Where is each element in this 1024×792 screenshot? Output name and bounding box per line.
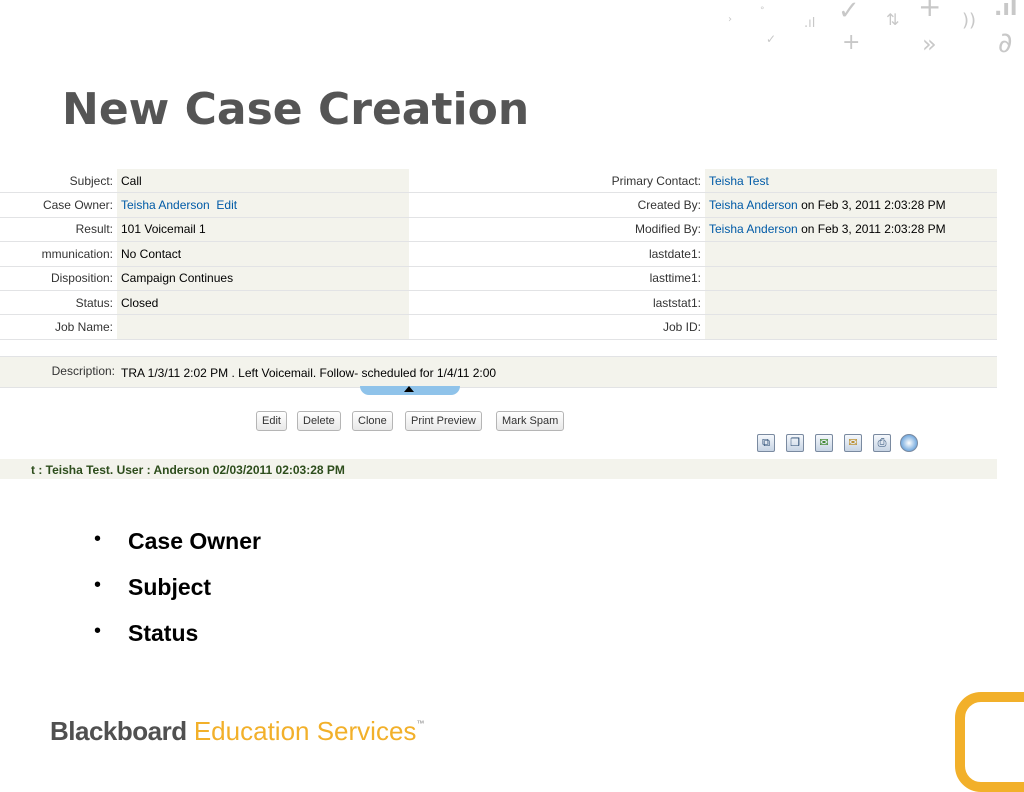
modified-by-link[interactable]: Teisha Anderson (709, 222, 798, 236)
signal-icon: .ıl (804, 16, 816, 31)
plus-icon: + (918, 0, 942, 23)
copy-icon[interactable]: ❐ (786, 434, 804, 452)
field-label-laststat1: laststat1: (409, 290, 705, 316)
dot-icon: ° (760, 6, 765, 16)
detail-row: Status: Closed laststat1: (0, 290, 997, 316)
detail-row: Disposition: Campaign Continues lasttime… (0, 266, 997, 291)
double-chevron-icon: » (922, 30, 937, 58)
dot-icon: › (728, 14, 732, 25)
description-row: Description: TRA 1/3/11 2:02 PM . Left V… (0, 356, 997, 388)
bullet-item: • Subject (94, 574, 261, 620)
blackboard-logo: Blackboard Education Services™ (50, 716, 424, 747)
field-value-disposition: Campaign Continues (117, 266, 409, 291)
bullet-dot: • (94, 528, 102, 550)
slide-title: New Case Creation (62, 84, 530, 135)
case-detail-table: Subject: Call Primary Contact: Teisha Te… (0, 169, 997, 340)
check-icon: ✓ (838, 0, 860, 26)
field-label-result: Result: (0, 217, 117, 243)
logo-trademark: ™ (416, 719, 425, 728)
printer-icon[interactable]: ⎙ (873, 434, 891, 452)
detail-row: Case Owner: Teisha Anderson Edit Created… (0, 192, 997, 218)
print-preview-button[interactable]: Print Preview (405, 411, 482, 431)
bullet-list: • Case Owner • Subject • Status (94, 528, 261, 666)
field-value-status: Closed (117, 290, 409, 316)
field-value-result: 101 Voicemail 1 (117, 217, 409, 243)
field-value-job-id (705, 314, 997, 340)
field-label-job-name: Job Name: (0, 314, 117, 340)
field-label-created-by: Created By: (409, 192, 705, 218)
sound-icon: )) (962, 10, 977, 31)
field-value-description: TRA 1/3/11 2:02 PM . Left Voicemail. Fol… (121, 366, 497, 380)
detail-row: Job Name: Job ID: (0, 314, 997, 340)
corner-accent (955, 692, 1024, 792)
check-icon: ✓ (766, 32, 777, 46)
field-label-lasttime1: lasttime1: (409, 266, 705, 291)
modified-by-date: on Feb 3, 2011 2:03:28 PM (797, 222, 946, 237)
logo-division: Education Services (193, 716, 417, 746)
field-value-laststat1 (705, 290, 997, 316)
field-label-lastdate1: lastdate1: (409, 241, 705, 267)
detail-row: Result: 101 Voicemail 1 Modified By: Tei… (0, 217, 997, 243)
plus-icon: + (842, 30, 861, 55)
history-line: t : Teisha Test. User : Anderson 02/03/2… (31, 463, 345, 477)
field-value-subject: Call (117, 169, 409, 194)
case-owner-link[interactable]: Teisha Anderson (121, 198, 210, 212)
mark-spam-button[interactable]: Mark Spam (496, 411, 565, 431)
link-icon: ∂ (998, 26, 1013, 59)
bullet-text-status: Status (128, 620, 199, 646)
detail-row: Subject: Call Primary Contact: Teisha Te… (0, 169, 997, 194)
field-value-job-name (117, 314, 409, 340)
field-label-case-owner: Case Owner: (0, 192, 117, 218)
bullet-item: • Status (94, 620, 261, 666)
case-owner-edit-link[interactable]: Edit (216, 198, 237, 212)
history-row: t : Teisha Test. User : Anderson 02/03/2… (0, 459, 997, 479)
logo-brand: Blackboard (50, 716, 187, 746)
clone-button[interactable]: Clone (352, 411, 393, 431)
edit-button[interactable]: Edit (256, 411, 287, 431)
decorative-icon-cluster: › ° ✓ .ıl ✓ + ⇅ + » )) .ıl ∂ (700, 0, 1024, 70)
field-label-job-id: Job ID: (409, 314, 705, 340)
field-value-communication: No Contact (117, 241, 409, 267)
field-label-modified-by: Modified By: (409, 217, 705, 243)
delete-button[interactable]: Delete (297, 411, 341, 431)
bullet-item: • Case Owner (94, 528, 261, 574)
signal-icon: .ıl (994, 0, 1018, 21)
case-detail-screenshot: Subject: Call Primary Contact: Teisha Te… (0, 169, 997, 479)
primary-contact-link[interactable]: Teisha Test (709, 174, 769, 188)
caret-up-icon (404, 386, 414, 392)
open-new-window-icon[interactable]: ⧉ (757, 434, 775, 452)
field-label-primary-contact: Primary Contact: (409, 169, 705, 194)
bullet-text-subject: Subject (128, 574, 212, 600)
created-by-date: on Feb 3, 2011 2:03:28 PM (797, 198, 946, 213)
bullet-dot: • (94, 620, 102, 642)
email-forward-icon[interactable]: ✉ (815, 434, 833, 452)
arrows-icon: ⇅ (886, 10, 900, 29)
circle-arrow-icon[interactable] (900, 434, 918, 452)
field-label-subject: Subject: (0, 169, 117, 194)
field-value-lasttime1 (705, 266, 997, 291)
field-label-status: Status: (0, 290, 117, 316)
bullet-text-case-owner: Case Owner (128, 528, 261, 554)
field-label-disposition: Disposition: (0, 266, 117, 291)
email-reply-icon[interactable]: ✉ (844, 434, 862, 452)
field-label-description: Description: (51, 364, 115, 378)
field-value-lastdate1 (705, 241, 997, 267)
created-by-link[interactable]: Teisha Anderson (709, 198, 798, 212)
detail-row: mmunication: No Contact lastdate1: (0, 241, 997, 267)
field-label-communication: mmunication: (0, 241, 117, 267)
collapse-tab[interactable] (360, 386, 460, 395)
bullet-dot: • (94, 574, 102, 596)
